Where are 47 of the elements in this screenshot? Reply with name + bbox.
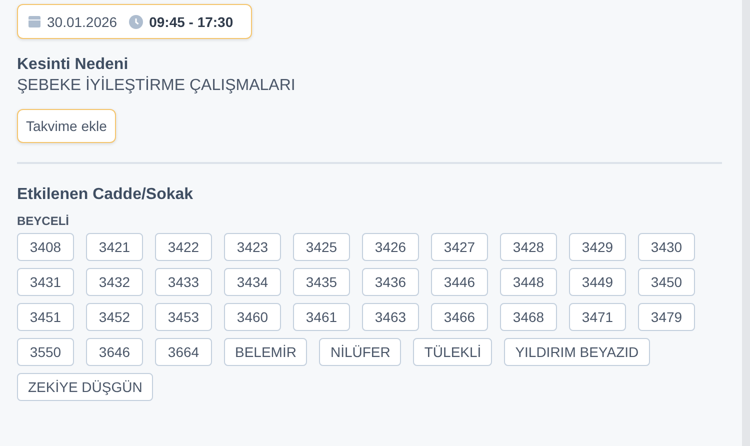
- street-tag: BELEMİR: [224, 338, 308, 366]
- street-tag: 3463: [362, 303, 419, 331]
- street-tag: 3426: [362, 233, 419, 261]
- street-tag: 3451: [17, 303, 74, 331]
- street-tag: NİLÜFER: [319, 338, 402, 366]
- street-tag: 3550: [17, 338, 74, 366]
- street-tag: 3450: [638, 268, 695, 296]
- add-to-calendar-button[interactable]: Takvime ekle: [17, 109, 116, 143]
- reason-label: Kesinti Nedeni: [17, 56, 130, 74]
- street-tag: 3433: [155, 268, 212, 296]
- street-tag: 3468: [500, 303, 557, 331]
- clock-icon: [129, 14, 144, 28]
- street-tag: 3461: [293, 303, 350, 331]
- street-tag: 3664: [155, 338, 212, 366]
- street-tag: 3460: [224, 303, 281, 331]
- street-tag: 3425: [293, 233, 350, 261]
- street-tag: 3431: [17, 268, 74, 296]
- outage-date: 30.01.2026: [47, 14, 118, 30]
- street-tag: 3421: [86, 233, 143, 261]
- calendar-icon: [28, 15, 41, 28]
- reason-text: ŞEBEKE İYİLEŞTİRME ÇALIŞMALARI: [17, 77, 296, 95]
- street-tag: 3432: [86, 268, 143, 296]
- street-tag: 3452: [86, 303, 143, 331]
- street-tag: YILDIRIM BEYAZID: [504, 338, 650, 366]
- street-tag: 3423: [224, 233, 281, 261]
- street-tag: ZEKİYE DÜŞGÜN: [17, 373, 154, 401]
- street-tag: 3435: [293, 268, 350, 296]
- street-tag: 3429: [569, 233, 626, 261]
- street-tag: 3427: [431, 233, 488, 261]
- street-tag: 3408: [17, 233, 74, 261]
- street-tag: 3446: [431, 268, 488, 296]
- outage-time: 09:45 - 17:30: [149, 14, 234, 30]
- street-tag: 3453: [155, 303, 212, 331]
- district-name: BEYCELİ: [17, 214, 70, 228]
- street-tag: 3430: [638, 233, 695, 261]
- street-tag: 3448: [500, 268, 557, 296]
- street-tag: 3449: [569, 268, 626, 296]
- street-tag: 3428: [500, 233, 557, 261]
- section-title: Etkilenen Cadde/Sokak: [17, 186, 194, 204]
- street-tag: 3466: [431, 303, 488, 331]
- street-tag: 3436: [362, 268, 419, 296]
- street-tag: 3422: [155, 233, 212, 261]
- street-tag: 3471: [569, 303, 626, 331]
- street-tag: 3646: [86, 338, 143, 366]
- street-tag: TÜLEKLİ: [413, 338, 492, 366]
- street-tag: 3434: [224, 268, 281, 296]
- street-tag: 3479: [638, 303, 695, 331]
